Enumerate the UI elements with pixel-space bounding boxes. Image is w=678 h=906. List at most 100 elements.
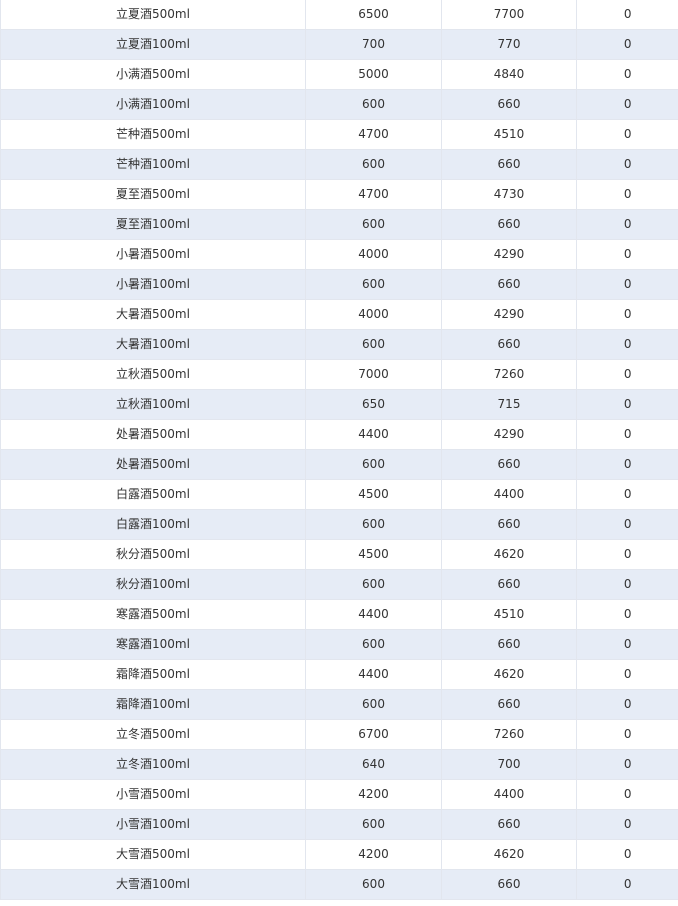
value-cell-1: 600 (305, 329, 442, 360)
table-row[interactable]: 处暑酒500ml 4400 4290 0 (0, 419, 678, 450)
value-cell-3: 0 (576, 869, 678, 900)
table-row[interactable]: 大雪酒100ml 600 660 0 (0, 869, 678, 900)
table-row[interactable]: 芒种酒500ml 4700 4510 0 (0, 119, 678, 150)
value-cell-3: 0 (576, 209, 678, 240)
value-cell-1: 6500 (305, 0, 442, 30)
product-name-cell: 立秋酒500ml (0, 359, 306, 390)
product-name-cell: 小雪酒500ml (0, 779, 306, 810)
product-table: 立夏酒500ml 6500 7700 0 立夏酒100ml 700 770 0 小满酒500ml… (0, 0, 678, 906)
table-row[interactable]: 立冬酒500ml 6700 7260 0 (0, 719, 678, 750)
table-row[interactable]: 小暑酒500ml 4000 4290 0 (0, 239, 678, 270)
value-cell-2: 7700 (441, 0, 577, 30)
value-cell-3: 0 (576, 569, 678, 600)
table-row[interactable]: 小雪酒500ml 4200 4400 0 (0, 779, 678, 810)
product-name-cell: 小暑酒100ml (0, 269, 306, 300)
table-row[interactable]: 白露酒100ml 600 660 0 (0, 509, 678, 540)
value-cell-1: 4400 (305, 599, 442, 630)
table-row[interactable]: 芒种酒100ml 600 660 0 (0, 149, 678, 180)
value-cell-3: 0 (576, 149, 678, 180)
product-name-cell: 小满酒500ml (0, 59, 306, 90)
value-cell-1: 7000 (305, 359, 442, 390)
product-name-cell: 芒种酒100ml (0, 149, 306, 180)
value-cell-1: 600 (305, 149, 442, 180)
value-cell-3: 0 (576, 269, 678, 300)
table-row[interactable]: 立秋酒500ml 7000 7260 0 (0, 359, 678, 390)
value-cell-3: 0 (576, 59, 678, 90)
product-name-cell: 处暑酒500ml (0, 419, 306, 450)
value-cell-3: 0 (576, 479, 678, 510)
product-name-cell: 立秋酒100ml (0, 389, 306, 420)
product-name-cell: 大暑酒100ml (0, 329, 306, 360)
value-cell-3: 0 (576, 779, 678, 810)
value-cell-3: 0 (576, 719, 678, 750)
product-name-cell: 白露酒100ml (0, 509, 306, 540)
table-row[interactable]: 立夏酒100ml 700 770 0 (0, 29, 678, 60)
table-row[interactable]: 寒露酒100ml 600 660 0 (0, 629, 678, 660)
value-cell-3: 0 (576, 449, 678, 480)
product-name-cell: 芒种酒500ml (0, 119, 306, 150)
value-cell-1: 4700 (305, 179, 442, 210)
table-row[interactable]: 处暑酒500ml 600 660 0 (0, 449, 678, 480)
value-cell-3: 0 (576, 89, 678, 120)
value-cell-3: 0 (576, 239, 678, 270)
table-row[interactable]: 立夏酒500ml 6500 7700 0 (0, 0, 678, 30)
value-cell-2: 660 (441, 629, 577, 660)
product-name-cell: 霜降酒500ml (0, 659, 306, 690)
value-cell-2: 660 (441, 269, 577, 300)
value-cell-2: 7260 (441, 719, 577, 750)
product-name-cell: 夏至酒500ml (0, 179, 306, 210)
table-row[interactable]: 大暑酒100ml 600 660 0 (0, 329, 678, 360)
table-row[interactable]: 立秋酒100ml 650 715 0 (0, 389, 678, 420)
value-cell-1: 600 (305, 569, 442, 600)
value-cell-2: 4840 (441, 59, 577, 90)
table-row[interactable]: 霜降酒500ml 4400 4620 0 (0, 659, 678, 690)
table-row[interactable]: 秋分酒500ml 4500 4620 0 (0, 539, 678, 570)
value-cell-3: 0 (576, 359, 678, 390)
table-row[interactable]: 霜降酒100ml 600 660 0 (0, 689, 678, 720)
table-row[interactable]: 小雪酒100ml 600 660 0 (0, 809, 678, 840)
value-cell-3: 0 (576, 539, 678, 570)
value-cell-1: 600 (305, 629, 442, 660)
value-cell-2: 660 (441, 149, 577, 180)
value-cell-1: 600 (305, 209, 442, 240)
table-row[interactable]: 秋分酒100ml 600 660 0 (0, 569, 678, 600)
table-row[interactable]: 立冬酒100ml 640 700 0 (0, 749, 678, 780)
value-cell-2: 660 (441, 329, 577, 360)
value-cell-2: 700 (441, 749, 577, 780)
value-cell-2: 4620 (441, 539, 577, 570)
value-cell-1: 4400 (305, 659, 442, 690)
product-name-cell: 夏至酒100ml (0, 209, 306, 240)
product-name-cell: 大雪酒500ml (0, 839, 306, 870)
value-cell-2: 660 (441, 89, 577, 120)
product-name-cell: 小暑酒500ml (0, 239, 306, 270)
value-cell-2: 7260 (441, 359, 577, 390)
value-cell-2: 4510 (441, 119, 577, 150)
value-cell-1: 600 (305, 869, 442, 900)
value-cell-3: 0 (576, 329, 678, 360)
value-cell-1: 4500 (305, 539, 442, 570)
value-cell-3: 0 (576, 0, 678, 30)
table-row[interactable]: 夏至酒500ml 4700 4730 0 (0, 179, 678, 210)
table-row[interactable]: 白露酒500ml 4500 4400 0 (0, 479, 678, 510)
value-cell-3: 0 (576, 299, 678, 330)
value-cell-2: 4400 (441, 779, 577, 810)
table-row[interactable]: 小满酒500ml 5000 4840 0 (0, 59, 678, 90)
table-row[interactable]: 大雪酒500ml 4200 4620 0 (0, 839, 678, 870)
value-cell-3: 0 (576, 419, 678, 450)
product-name-cell: 白露酒500ml (0, 479, 306, 510)
table-row[interactable]: 大暑酒500ml 4000 4290 0 (0, 299, 678, 330)
value-cell-1: 600 (305, 89, 442, 120)
product-name-cell: 寒露酒100ml (0, 629, 306, 660)
table-row[interactable]: 小暑酒100ml 600 660 0 (0, 269, 678, 300)
value-cell-1: 4200 (305, 779, 442, 810)
value-cell-2: 660 (441, 689, 577, 720)
table-row[interactable]: 夏至酒100ml 600 660 0 (0, 209, 678, 240)
value-cell-3: 0 (576, 629, 678, 660)
value-cell-2: 660 (441, 449, 577, 480)
value-cell-1: 600 (305, 269, 442, 300)
table-row[interactable]: 小满酒100ml 600 660 0 (0, 89, 678, 120)
product-name-cell: 秋分酒500ml (0, 539, 306, 570)
table-row[interactable]: 寒露酒500ml 4400 4510 0 (0, 599, 678, 630)
value-cell-1: 640 (305, 749, 442, 780)
value-cell-2: 4730 (441, 179, 577, 210)
